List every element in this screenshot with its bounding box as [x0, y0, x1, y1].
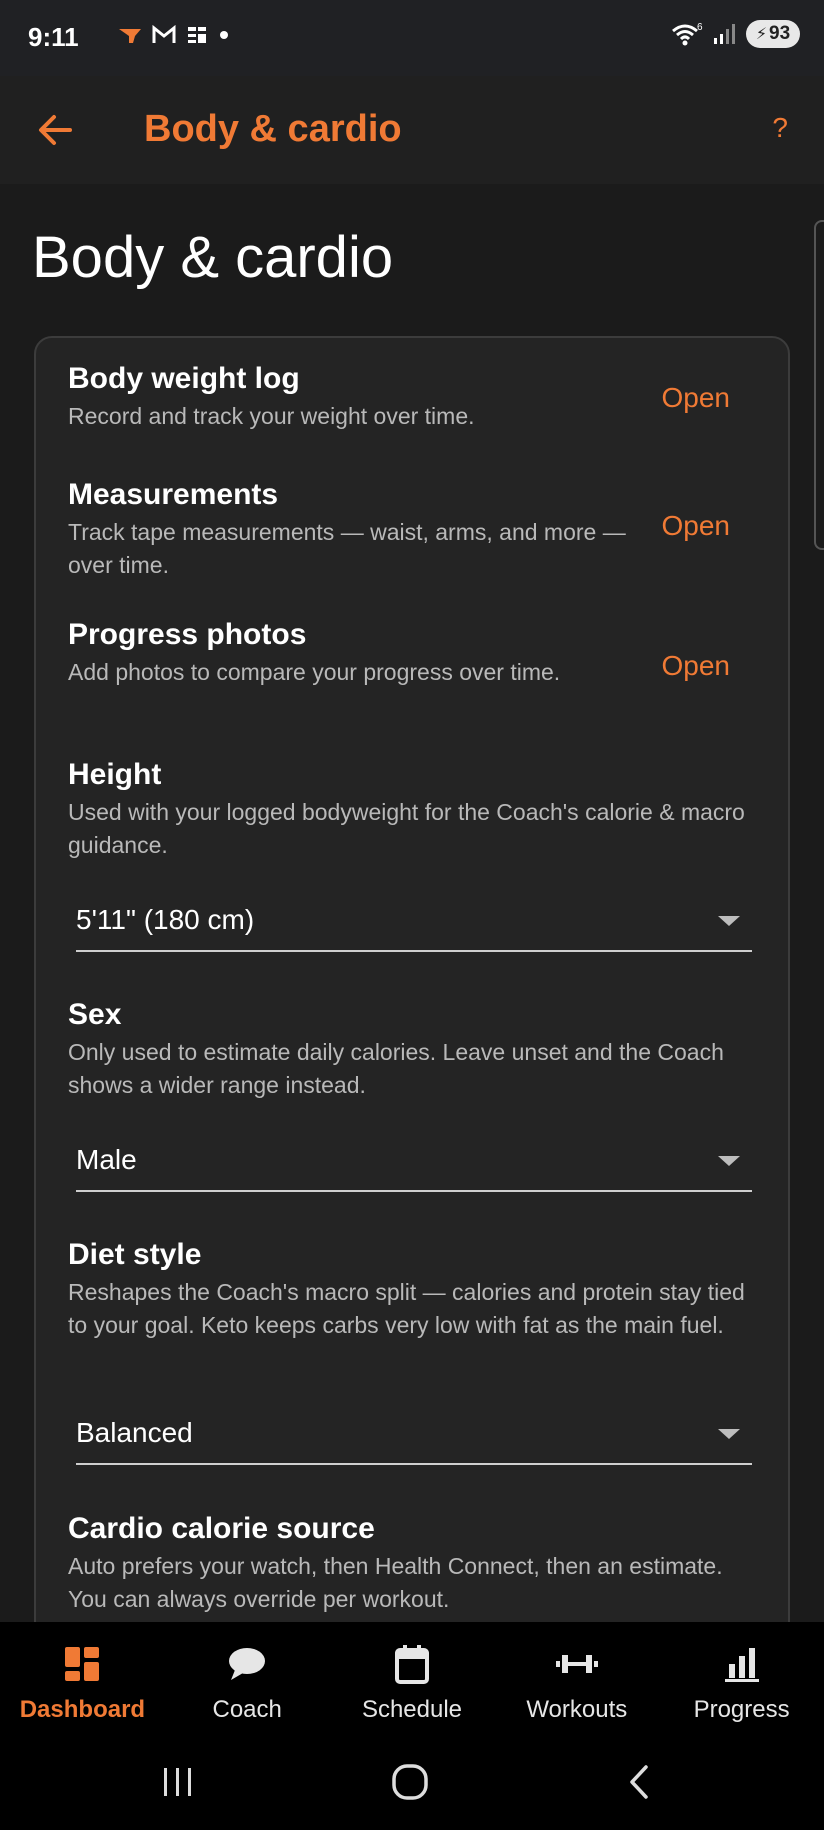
- diet-style-value: Balanced: [76, 1417, 193, 1448]
- page-title: Body & cardio: [32, 225, 394, 290]
- app-bar-title: Body & cardio: [144, 108, 402, 150]
- nav-schedule[interactable]: Schedule: [330, 1622, 495, 1734]
- nav-dashboard[interactable]: Dashboard: [0, 1622, 165, 1734]
- chevron-down-icon: [718, 1429, 740, 1439]
- status-notification-icons: [118, 24, 230, 46]
- nav-schedule-label: Schedule: [361, 1696, 463, 1723]
- signal-icon: [714, 24, 735, 44]
- back-button[interactable]: [32, 106, 80, 154]
- body-weight-log-title: Body weight log: [68, 362, 300, 395]
- measurements-title: Measurements: [68, 478, 279, 511]
- help-button[interactable]: ?: [772, 112, 788, 144]
- progress-photos-description: Add photos to compare your progress over…: [68, 659, 561, 685]
- sex-description: Only used to estimate daily calories. Le…: [68, 1039, 724, 1098]
- content-scroll-area[interactable]: Body & cardio Body weight log Record and…: [0, 184, 824, 1622]
- recent-apps-icon[interactable]: [160, 1764, 196, 1800]
- chevron-down-icon: [718, 916, 740, 926]
- nav-progress-label: Progress: [693, 1696, 790, 1723]
- progress-photos-open-button[interactable]: Open: [662, 650, 731, 682]
- gmail-icon: [152, 25, 176, 43]
- nav-coach[interactable]: Coach: [165, 1622, 330, 1734]
- wifi-label: 6: [697, 22, 703, 33]
- body-weight-log-open-button[interactable]: Open: [662, 382, 731, 414]
- nav-dashboard-label: Dashboard: [19, 1696, 146, 1723]
- home-icon[interactable]: [390, 1762, 430, 1802]
- bar-chart-icon: [724, 1648, 759, 1682]
- height-value: 5'11" (180 cm): [76, 904, 255, 935]
- status-bar: 9:11 6 ⚡ 93: [0, 0, 824, 76]
- back-arrow-icon: [39, 115, 72, 145]
- cardio-calorie-source-title: Cardio calorie source: [68, 1512, 375, 1545]
- calendar-icon: [394, 1645, 429, 1684]
- wifi-icon: 6: [672, 22, 703, 46]
- sex-value: Male: [76, 1144, 137, 1175]
- battery-indicator: ⚡ 93: [746, 20, 800, 48]
- battery-level: 93: [769, 23, 791, 44]
- measurements-open-button[interactable]: Open: [662, 510, 731, 542]
- measurements-description: Track tape measurements — waist, arms, a…: [68, 519, 626, 578]
- nav-coach-label: Coach: [212, 1696, 282, 1723]
- more-notifications-dot-icon: [220, 31, 228, 39]
- height-description: Used with your logged bodyweight for the…: [68, 799, 745, 858]
- diet-style-description: Reshapes the Coach's macro split — calor…: [68, 1279, 745, 1338]
- nav-progress[interactable]: Progress: [659, 1622, 824, 1734]
- system-back-icon[interactable]: [622, 1764, 658, 1800]
- app-bar: Body & cardio ?: [0, 76, 824, 184]
- bottom-navigation: Dashboard Coach Schedule Workouts Progre…: [0, 1622, 824, 1734]
- body-weight-log-description: Record and track your weight over time.: [68, 403, 475, 429]
- sex-title: Sex: [68, 998, 122, 1031]
- cardio-calorie-source-description: Auto prefers your watch, then Health Con…: [68, 1553, 723, 1612]
- app-notification-icon: [119, 29, 141, 43]
- height-title: Height: [68, 758, 162, 791]
- settings-card: Body weight log Record and track your we…: [34, 336, 790, 1622]
- scrollbar[interactable]: [814, 220, 824, 550]
- height-dropdown[interactable]: 5'11" (180 cm): [76, 892, 752, 952]
- progress-photos-title: Progress photos: [68, 618, 307, 651]
- nav-workouts-label: Workouts: [526, 1696, 628, 1723]
- system-navigation-bar: [0, 1734, 824, 1830]
- status-time: 9:11: [28, 22, 79, 52]
- calendar-notification-icon: [188, 27, 206, 43]
- chevron-down-icon: [718, 1156, 740, 1166]
- sex-dropdown[interactable]: Male: [76, 1132, 752, 1192]
- diet-style-title: Diet style: [68, 1238, 202, 1271]
- diet-style-dropdown[interactable]: Balanced: [76, 1405, 752, 1465]
- charging-icon: ⚡: [755, 26, 768, 43]
- nav-workouts[interactable]: Workouts: [494, 1622, 659, 1734]
- dumbbell-icon: [555, 1655, 598, 1673]
- dashboard-icon: [65, 1647, 100, 1681]
- status-system-icons: 6 ⚡ 93: [670, 20, 800, 48]
- chat-bubble-icon: [229, 1648, 266, 1680]
